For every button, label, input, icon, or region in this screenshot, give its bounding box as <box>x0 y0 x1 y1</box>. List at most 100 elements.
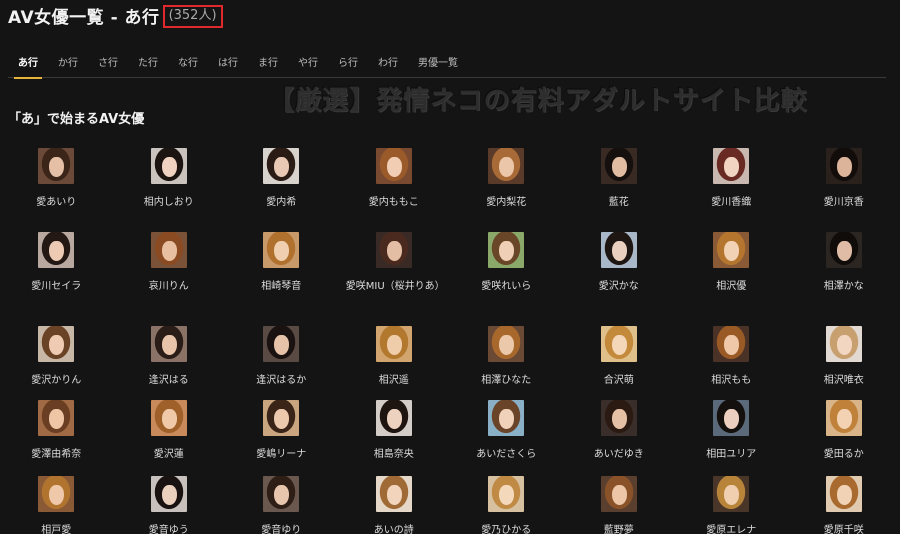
tab-0[interactable]: あ行 <box>8 50 48 79</box>
actress-thumbnail[interactable] <box>600 400 637 436</box>
actress-name[interactable]: 愛原千咲 <box>796 522 892 534</box>
actress-name[interactable]: 愛沢蓮 <box>121 446 217 464</box>
actress-card[interactable]: 相島奈央 <box>338 400 451 476</box>
tab-2[interactable]: さ行 <box>88 50 128 78</box>
actress-thumbnail[interactable] <box>375 326 412 362</box>
tab-5[interactable]: は行 <box>208 50 248 78</box>
actress-name[interactable]: 愛内希 <box>233 194 329 212</box>
actress-thumbnail[interactable] <box>38 326 75 362</box>
actress-name[interactable]: あいださくら <box>458 446 554 464</box>
actress-name[interactable]: 相田ユリア <box>683 446 779 464</box>
actress-card[interactable]: あいの詩 <box>338 476 451 534</box>
actress-thumbnail[interactable] <box>375 476 412 512</box>
actress-thumbnail[interactable] <box>150 476 187 512</box>
actress-name[interactable]: 愛沢かな <box>571 278 667 296</box>
actress-thumbnail[interactable] <box>38 400 75 436</box>
actress-thumbnail[interactable] <box>263 148 300 184</box>
actress-thumbnail[interactable] <box>825 400 862 436</box>
actress-thumbnail[interactable] <box>488 326 525 362</box>
tab-9[interactable]: わ行 <box>368 50 408 78</box>
actress-name[interactable]: 愛音ゆう <box>121 522 217 534</box>
actress-name[interactable]: 藍野夢 <box>571 522 667 534</box>
actress-card[interactable]: 愛内希 <box>225 148 338 232</box>
actress-thumbnail[interactable] <box>375 148 412 184</box>
actress-name[interactable]: 愛乃ひかる <box>458 522 554 534</box>
actress-card[interactable]: 愛原エレナ <box>675 476 788 534</box>
actress-thumbnail[interactable] <box>488 400 525 436</box>
actress-thumbnail[interactable] <box>713 400 750 436</box>
actress-card[interactable]: あいだゆき <box>563 400 676 476</box>
actress-card[interactable]: 相沢優 <box>675 232 788 326</box>
actress-name[interactable]: 相沢もも <box>683 372 779 390</box>
actress-thumbnail[interactable] <box>38 476 75 512</box>
actress-card[interactable]: 愛川香織 <box>675 148 788 232</box>
actress-card[interactable]: 相澤ひなた <box>450 326 563 400</box>
actress-card[interactable]: 愛川セイラ <box>0 232 113 326</box>
actress-card[interactable]: 愛音ゆう <box>113 476 226 534</box>
tab-10[interactable]: 男優一覧 <box>408 50 468 78</box>
actress-name[interactable]: 逢沢はる <box>121 372 217 390</box>
actress-name[interactable]: 逢沢はるか <box>233 372 329 390</box>
actress-card[interactable]: あいださくら <box>450 400 563 476</box>
actress-thumbnail[interactable] <box>375 232 412 268</box>
actress-thumbnail[interactable] <box>713 148 750 184</box>
actress-name[interactable]: 相沢優 <box>683 278 779 296</box>
actress-name[interactable]: 愛あいり <box>8 194 104 212</box>
actress-card[interactable]: 愛田るか <box>788 400 900 476</box>
actress-name[interactable]: あいだゆき <box>571 446 667 464</box>
actress-name[interactable]: 相崎琴音 <box>233 278 329 296</box>
actress-thumbnail[interactable] <box>38 148 75 184</box>
actress-thumbnail[interactable] <box>488 476 525 512</box>
tab-6[interactable]: ま行 <box>248 50 288 78</box>
actress-name[interactable]: 相内しおり <box>121 194 217 212</box>
actress-thumbnail[interactable] <box>825 326 862 362</box>
actress-card[interactable]: 相沢もも <box>675 326 788 400</box>
actress-thumbnail[interactable] <box>150 326 187 362</box>
actress-name[interactable]: 愛音ゆり <box>233 522 329 534</box>
actress-thumbnail[interactable] <box>263 326 300 362</box>
actress-name[interactable]: 愛田るか <box>796 446 892 464</box>
actress-card[interactable]: 愛澤由希奈 <box>0 400 113 476</box>
actress-card[interactable]: 愛沢かな <box>563 232 676 326</box>
actress-card[interactable]: 相澤かな <box>788 232 900 326</box>
actress-thumbnail[interactable] <box>600 148 637 184</box>
actress-card[interactable]: 相田ユリア <box>675 400 788 476</box>
tab-3[interactable]: た行 <box>128 50 168 78</box>
actress-thumbnail[interactable] <box>488 232 525 268</box>
actress-thumbnail[interactable] <box>825 232 862 268</box>
tab-7[interactable]: や行 <box>288 50 328 78</box>
actress-thumbnail[interactable] <box>713 326 750 362</box>
tab-4[interactable]: な行 <box>168 50 208 78</box>
actress-name[interactable]: 相島奈央 <box>346 446 442 464</box>
actress-name[interactable]: 愛原エレナ <box>683 522 779 534</box>
actress-card[interactable]: 愛原千咲 <box>788 476 900 534</box>
actress-card[interactable]: 愛嶋リーナ <box>225 400 338 476</box>
actress-thumbnail[interactable] <box>825 148 862 184</box>
actress-thumbnail[interactable] <box>600 476 637 512</box>
actress-card[interactable]: 愛内梨花 <box>450 148 563 232</box>
actress-card[interactable]: 愛沢蓮 <box>113 400 226 476</box>
tab-1[interactable]: か行 <box>48 50 88 78</box>
actress-thumbnail[interactable] <box>713 232 750 268</box>
actress-thumbnail[interactable] <box>263 476 300 512</box>
actress-name[interactable]: 愛川香織 <box>683 194 779 212</box>
actress-thumbnail[interactable] <box>713 476 750 512</box>
actress-card[interactable]: 愛音ゆり <box>225 476 338 534</box>
actress-name[interactable]: 愛咲れいら <box>458 278 554 296</box>
actress-name[interactable]: 愛内ももこ <box>346 194 442 212</box>
actress-name[interactable]: 愛川セイラ <box>8 278 104 296</box>
actress-card[interactable]: 哀川りん <box>113 232 226 326</box>
actress-card[interactable]: 藍野夢 <box>563 476 676 534</box>
actress-card[interactable]: 愛咲MIU（桜井りあ） <box>338 232 451 326</box>
actress-thumbnail[interactable] <box>375 400 412 436</box>
tab-8[interactable]: ら行 <box>328 50 368 78</box>
actress-name[interactable]: 相澤かな <box>796 278 892 296</box>
actress-card[interactable]: 相崎琴音 <box>225 232 338 326</box>
actress-card[interactable]: 愛乃ひかる <box>450 476 563 534</box>
actress-thumbnail[interactable] <box>150 400 187 436</box>
actress-name[interactable]: 藍花 <box>571 194 667 212</box>
actress-name[interactable]: 相戸愛 <box>8 522 104 534</box>
actress-card[interactable]: 逢沢はるか <box>225 326 338 400</box>
actress-card[interactable]: 愛あいり <box>0 148 113 232</box>
actress-card[interactable]: 愛沢かりん <box>0 326 113 400</box>
